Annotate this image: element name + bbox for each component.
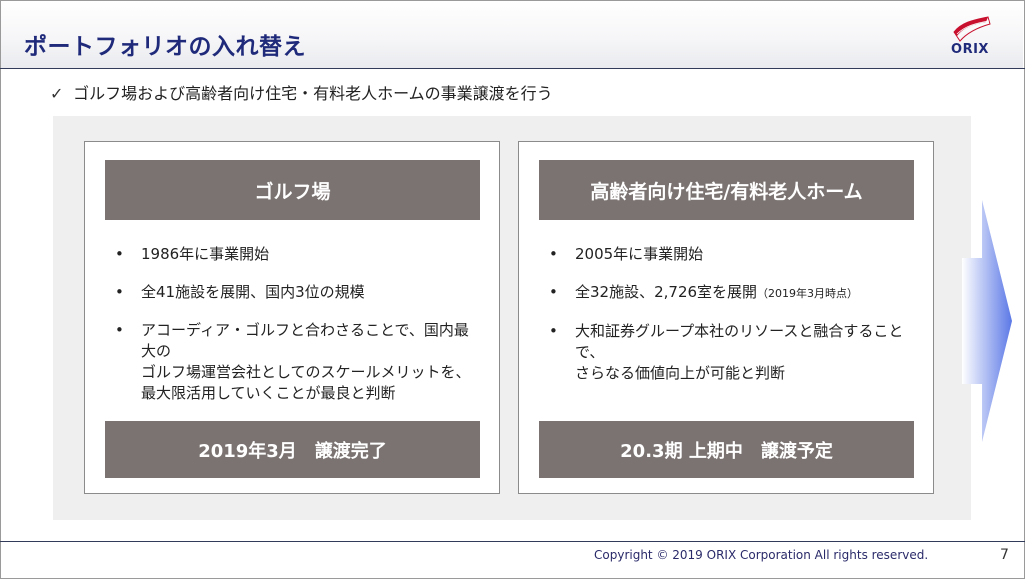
lead-line: ✓ ゴルフ場および高齢者向け住宅・有料老人ホームの事業譲渡を行う: [50, 80, 553, 104]
title-divider: [0, 68, 1025, 69]
bullet-text: 最大限活用していくことが最良と判断: [141, 384, 396, 402]
bullet-item: アコーディア・ゴルフと合わさることで、国内最大の ゴルフ場運営会社としてのスケー…: [115, 320, 480, 404]
lead-text: ゴルフ場および高齢者向け住宅・有料老人ホームの事業譲渡を行う: [73, 84, 553, 103]
bullet-text: 2005年に事業開始: [575, 245, 704, 263]
bullet-text: ゴルフ場運営会社としてのスケールメリットを、: [141, 363, 471, 381]
bullet-item: 全41施設を展開、国内3位の規模: [115, 282, 480, 303]
card-golf-status: 2019年3月 譲渡完了: [105, 421, 480, 478]
copyright-text: Copyright © 2019 ORIX Corporation All ri…: [594, 548, 929, 562]
card-senior-housing-bullets: 2005年に事業開始 全32施設、2,726室を展開（2019年3月時点） 大和…: [549, 244, 914, 401]
orix-logo-mark: [953, 16, 991, 42]
card-golf: ゴルフ場 1986年に事業開始 全41施設を展開、国内3位の規模 アコーディア・…: [84, 141, 500, 494]
bullet-text: 全32施設、2,726室を展開: [575, 283, 758, 301]
bullet-item: 全32施設、2,726室を展開（2019年3月時点）: [549, 282, 914, 304]
card-senior-housing: 高齢者向け住宅/有料老人ホーム 2005年に事業開始 全32施設、2,726室を…: [518, 141, 934, 494]
card-golf-bullets: 1986年に事業開始 全41施設を展開、国内3位の規模 アコーディア・ゴルフと合…: [115, 244, 480, 421]
footer-divider: [0, 541, 1025, 542]
check-icon: ✓: [50, 84, 64, 103]
bullet-text: さらなる価値向上が可能と判断: [575, 364, 786, 382]
bullet-text: 全41施設を展開、国内3位の規模: [141, 283, 365, 301]
bullet-item: 大和証券グループ本社のリソースと融合することで、 さらなる価値向上が可能と判断: [549, 321, 914, 384]
bullet-text: 1986年に事業開始: [141, 245, 270, 263]
card-golf-heading: ゴルフ場: [105, 160, 480, 220]
bullet-item: 2005年に事業開始: [549, 244, 914, 265]
card-senior-housing-status: 20.3期 上期中 譲渡予定: [539, 421, 914, 478]
bullet-note: （2019年3月時点）: [757, 287, 859, 300]
slide-title: ポートフォリオの入れ替え: [24, 34, 306, 60]
page-number: 7: [1000, 547, 1009, 563]
orix-logo-text: ORIX: [951, 42, 989, 57]
bullet-text: アコーディア・ゴルフと合わさることで、国内最大の: [141, 321, 469, 360]
bullet-item: 1986年に事業開始: [115, 244, 480, 265]
card-senior-housing-heading: 高齢者向け住宅/有料老人ホーム: [539, 160, 914, 220]
orix-logo: ORIX: [946, 14, 994, 62]
bullet-text: 大和証券グループ本社のリソースと融合することで、: [575, 322, 904, 361]
right-arrow-icon: [962, 200, 1012, 442]
